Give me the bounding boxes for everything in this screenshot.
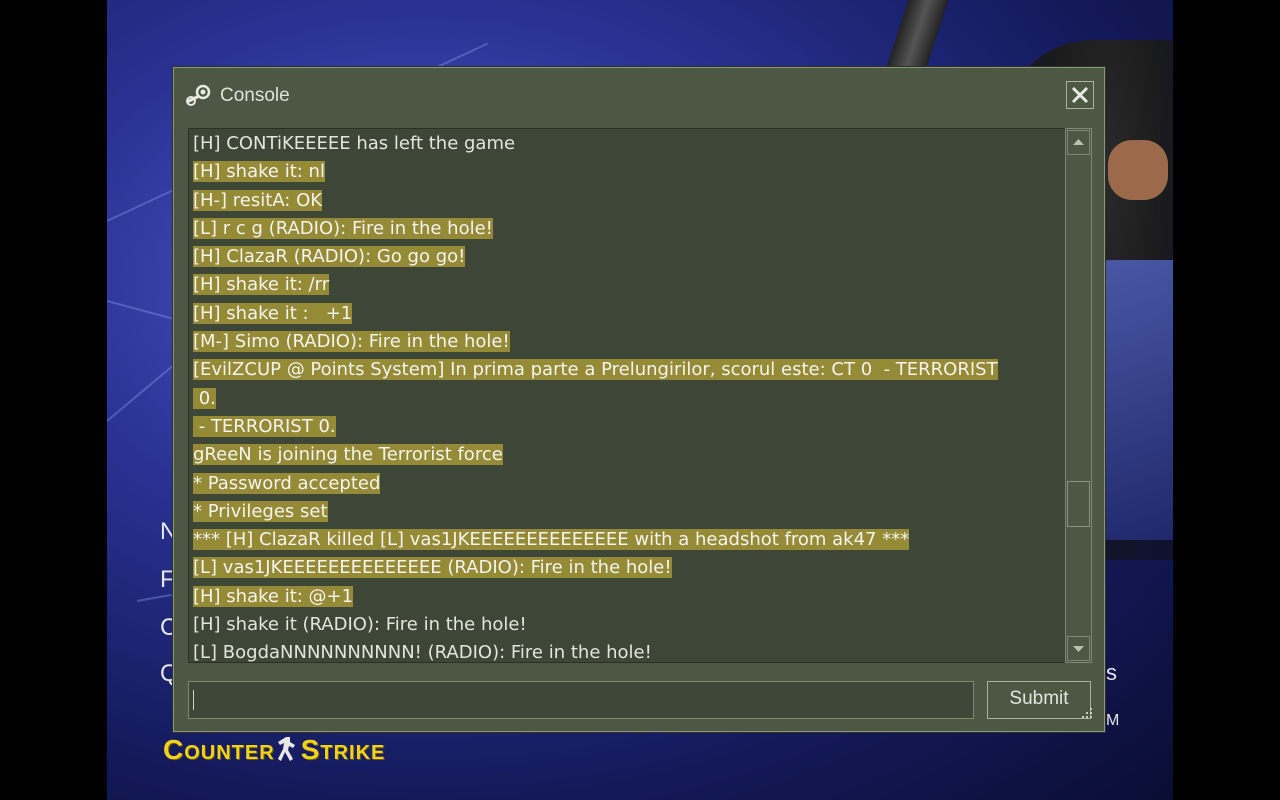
console-line: [L] r c g (RADIO): Fire in the hole! [193, 215, 1065, 243]
console-line: [H] shake it : +1 [193, 300, 1065, 328]
console-line: gReeN is joining the Terrorist force [193, 441, 1065, 469]
scroll-up-button[interactable] [1067, 130, 1090, 155]
console-output[interactable]: [H] CONTiKEEEEE has left the game [H] sha… [188, 128, 1065, 663]
soldier-face [1108, 140, 1168, 200]
side-text-fragment: s [1106, 660, 1117, 685]
console-line-text: gReeN is joining the Terrorist force [193, 444, 503, 466]
resize-grip-icon[interactable] [1080, 705, 1094, 719]
console-line: [H] shake it: nl [193, 158, 1065, 186]
console-line-text: * Privileges set [193, 500, 328, 522]
console-line-text: * Password accepted [193, 472, 381, 494]
console-line: [M-] Simo (RADIO): Fire in the hole! [193, 328, 1065, 356]
console-window: Console [H] CONTiKEEEEE has left the gam… [173, 67, 1105, 732]
console-line: [H] shake it (RADIO): Fire in the hole! [193, 611, 1065, 639]
console-line-text: [L] vas1JKEEEEEEEEEEEEEE (RADIO): Fire i… [193, 557, 672, 579]
console-line: [H] shake it: /rr [193, 271, 1065, 299]
console-line: [L] vas1JKEEEEEEEEEEEEEE (RADIO): Fire i… [193, 554, 1065, 582]
close-button[interactable] [1066, 81, 1094, 109]
console-line-text: *** [H] ClazaR killed [L] vas1JKEEEEEEEE… [193, 529, 910, 551]
close-icon [1071, 86, 1089, 104]
console-line-text: [EvilZCUP @ Points System] In prima part… [193, 359, 998, 381]
console-line-text: [H] shake it (RADIO): Fire in the hole! [193, 614, 527, 636]
console-line: [H-] resitA: OK [193, 187, 1065, 215]
console-line: [L] BogdaNNNNNNNNNN! (RADIO): Fire in th… [193, 639, 1065, 663]
console-line: * Privileges set [193, 498, 1065, 526]
console-line: [H] ClazaR (RADIO): Go go go! [193, 243, 1065, 271]
console-line-text: [H] shake it : +1 [193, 302, 353, 324]
counter-strike-logo: COUNTER STRIKE [163, 734, 386, 765]
console-line: * Password accepted [193, 470, 1065, 498]
console-line-text: [H-] resitA: OK [193, 189, 323, 211]
text-caret [193, 690, 194, 710]
console-line: [EvilZCUP @ Points System] In prima part… [193, 356, 1065, 384]
console-line-text: - TERRORIST 0. [193, 415, 336, 437]
arrow-up-icon [1073, 139, 1084, 145]
console-line: - TERRORIST 0. [193, 413, 1065, 441]
console-line-text: [H] shake it: @+1 [193, 585, 354, 607]
console-line: [H] CONTiKEEEEE has left the game [193, 130, 1065, 158]
console-line-text: [H] shake it: /rr [193, 274, 330, 296]
console-line: 0. [193, 385, 1065, 413]
console-line-text: [L] r c g (RADIO): Fire in the hole! [193, 217, 493, 239]
console-line-text: [H] CONTiKEEEEE has left the game [193, 133, 516, 154]
logo-figure-icon [277, 736, 299, 762]
console-line-text: [L] BogdaNNNNNNNNNN! (RADIO): Fire in th… [193, 642, 652, 663]
console-line-text: [M-] Simo (RADIO): Fire in the hole! [193, 331, 510, 353]
console-line: [H] shake it: @+1 [193, 583, 1065, 611]
window-title: Console [220, 85, 290, 106]
console-line: *** [H] ClazaR killed [L] vas1JKEEEEEEEE… [193, 526, 1065, 554]
steam-icon [185, 84, 211, 108]
scrollbar-thumb[interactable] [1067, 481, 1090, 528]
rifle-silhouette [885, 0, 949, 70]
console-input[interactable] [188, 681, 974, 719]
vertical-scrollbar[interactable] [1065, 128, 1092, 663]
console-line-text: [H] ClazaR (RADIO): Go go go! [193, 246, 466, 268]
console-line-text: [H] shake it: nl [193, 161, 325, 183]
arrow-down-icon [1073, 646, 1084, 652]
scroll-down-button[interactable] [1067, 636, 1090, 661]
console-titlebar[interactable]: Console [174, 68, 1104, 124]
submit-button[interactable]: Submit [987, 681, 1091, 719]
console-line-text: 0. [193, 387, 216, 409]
side-text-fragment: M [1106, 712, 1120, 729]
